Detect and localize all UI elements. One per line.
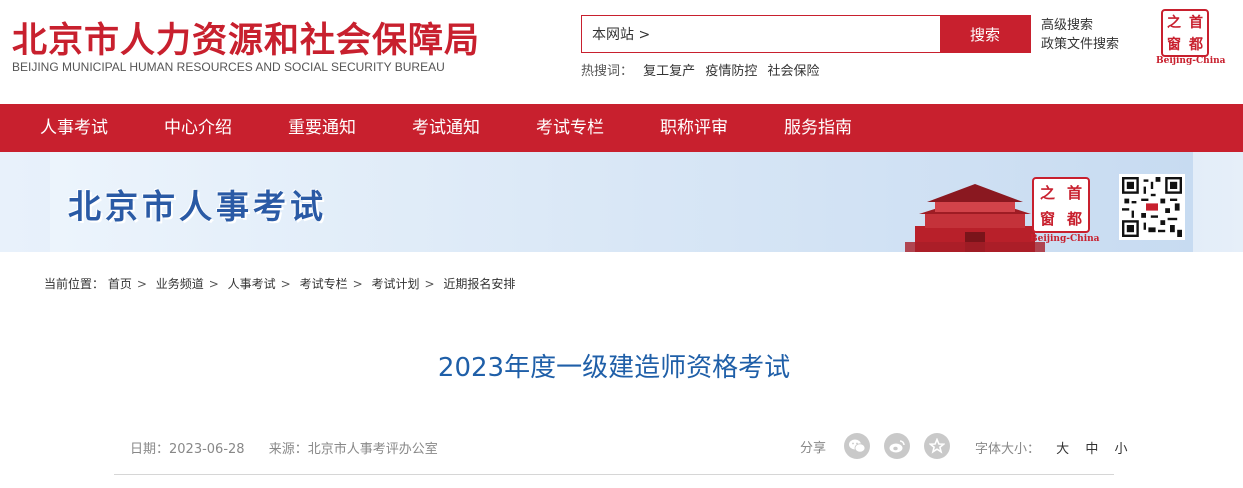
hot-word[interactable]: 社会保险	[767, 64, 819, 79]
breadcrumb-separator: >	[208, 277, 219, 291]
policy-search-link[interactable]: 政策文件搜索	[1041, 35, 1119, 54]
breadcrumb-item[interactable]: 人事考试	[228, 277, 276, 291]
breadcrumb-label: 当前位置：	[44, 277, 105, 291]
banner-seal-caption: Beijing-China	[1030, 234, 1100, 244]
seal-char: 之	[1039, 183, 1055, 202]
hot-word[interactable]: 复工复产	[643, 64, 695, 79]
nav-item-important-notices[interactable]: 重要通知	[260, 104, 384, 152]
logo-char: 都	[1189, 37, 1203, 53]
breadcrumb-separator: >	[136, 277, 147, 291]
breadcrumb-item[interactable]: 业务频道	[156, 277, 204, 291]
logo-char: 首	[1189, 15, 1203, 31]
site-title[interactable]: 北京市人力资源和社会保障局	[12, 12, 480, 63]
logo-char: 之	[1167, 15, 1181, 31]
article-date: 日期：2023-06-28	[130, 442, 245, 457]
hot-search-words: 热搜词： 复工复产 疫情防控 社会保险	[581, 60, 825, 79]
breadcrumb-item[interactable]: 首页	[108, 277, 132, 291]
font-size-small-button[interactable]: 小	[1114, 442, 1127, 457]
qr-code-icon[interactable]	[1119, 174, 1185, 240]
search-input[interactable]	[582, 16, 940, 52]
banner-capital-window-logo: 之 首 窗 都	[1032, 177, 1090, 233]
logo-caption: Beijing-China	[1156, 56, 1226, 66]
article-source: 来源：北京市人事考评办公室	[268, 442, 438, 457]
weibo-icon[interactable]	[884, 433, 911, 459]
capital-window-logo[interactable]: 之 首 窗 都	[1161, 9, 1209, 57]
share-bar: 分享	[800, 433, 964, 459]
breadcrumb-item[interactable]: 考试专栏	[300, 277, 348, 291]
seal-char: 都	[1066, 209, 1082, 228]
nav-item-center-intro[interactable]: 中心介绍	[136, 104, 260, 152]
seal-char: 首	[1066, 183, 1082, 202]
hot-word[interactable]: 疫情防控	[705, 64, 757, 79]
nav-item-title-review[interactable]: 职称评审	[632, 104, 756, 152]
font-size-large-button[interactable]: 大	[1056, 442, 1069, 457]
banner: 北京市人事考试 之 首 窗 都 Beijing-China	[0, 152, 1243, 252]
share-label: 分享	[800, 440, 827, 456]
tiananmen-illustration	[905, 184, 1045, 252]
nav-item-personnel-exam[interactable]: 人事考试	[12, 104, 136, 152]
nav-item-exam-notices[interactable]: 考试通知	[384, 104, 508, 152]
search-links: 高级搜索 政策文件搜索	[1041, 16, 1119, 54]
hot-words-label: 热搜词：	[581, 64, 634, 79]
breadcrumb-item[interactable]: 近期报名安排	[443, 277, 515, 291]
seal-char: 窗	[1039, 209, 1055, 228]
article-title: 2023年度一级建造师资格考试	[437, 353, 791, 383]
site-header: 北京市人力资源和社会保障局 BEIJING MUNICIPAL HUMAN RE…	[0, 0, 1243, 104]
favorite-star-icon[interactable]	[924, 433, 951, 459]
meta-divider	[114, 474, 1114, 475]
search-box: 搜索	[581, 15, 1031, 53]
main-nav: 人事考试 中心介绍 重要通知 考试通知 考试专栏 职称评审 服务指南	[0, 104, 1243, 152]
site-subtitle: BEIJING MUNICIPAL HUMAN RESOURCES AND SO…	[12, 60, 445, 74]
article-panel: 当前位置： 首页 > 业务频道 > 人事考试 > 考试专栏 > 考试计划 > 近期报名安排…	[14, 252, 1214, 488]
search-button[interactable]: 搜索	[940, 16, 1030, 52]
nav-item-exam-column[interactable]: 考试专栏	[508, 104, 632, 152]
font-size-medium-button[interactable]: 中	[1085, 442, 1098, 457]
banner-title: 北京市人事考试	[68, 187, 327, 226]
breadcrumb: 当前位置： 首页 > 业务频道 > 人事考试 > 考试专栏 > 考试计划 > 近期报名安排	[44, 275, 515, 292]
advanced-search-link[interactable]: 高级搜索	[1041, 16, 1119, 35]
wechat-icon[interactable]	[844, 433, 871, 459]
logo-char: 窗	[1167, 37, 1181, 53]
font-size-controls: 字体大小： 大 中 小	[975, 438, 1127, 457]
font-size-label: 字体大小：	[975, 442, 1041, 457]
nav-item-service-guide[interactable]: 服务指南	[756, 104, 880, 152]
breadcrumb-separator: >	[424, 277, 435, 291]
article-meta: 日期：2023-06-28 来源：北京市人事考评办公室	[130, 438, 438, 457]
breadcrumb-separator: >	[352, 277, 363, 291]
breadcrumb-separator: >	[280, 277, 291, 291]
breadcrumb-item[interactable]: 考试计划	[371, 277, 419, 291]
